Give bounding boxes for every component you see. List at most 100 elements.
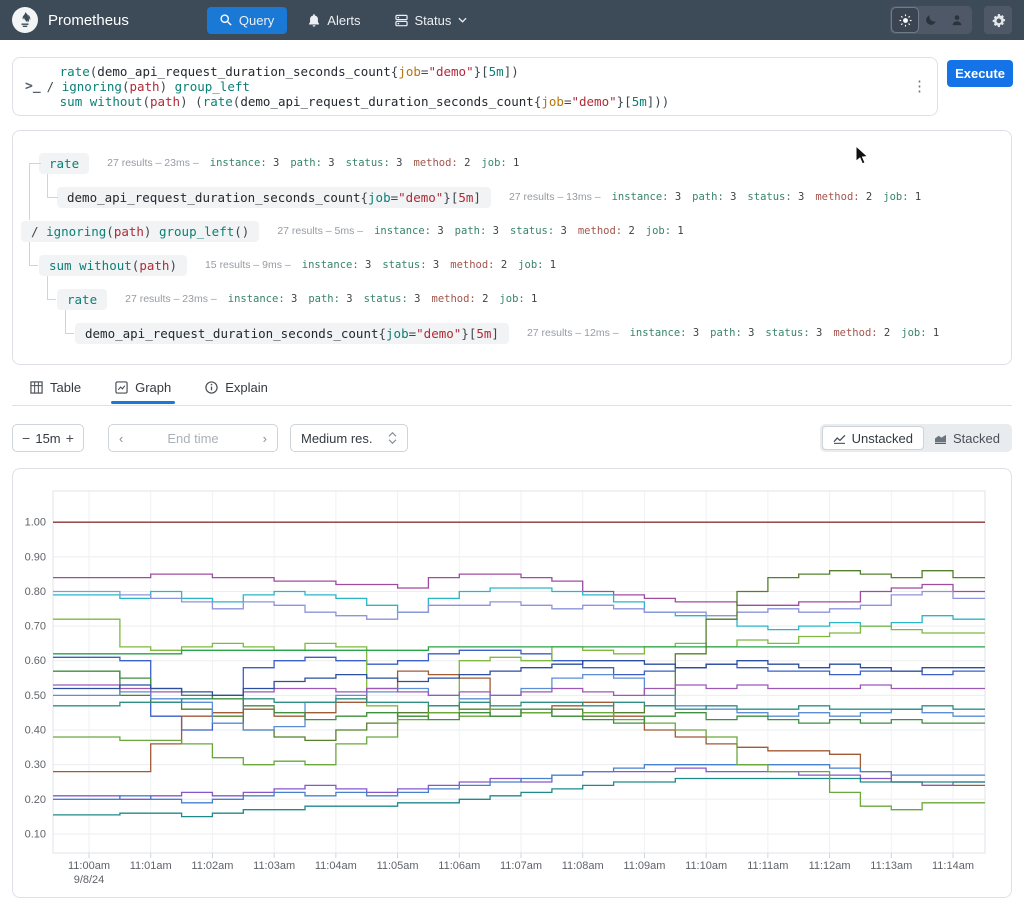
x-axis-label: 11:05am (377, 860, 419, 872)
tree-row: demo_api_request_duration_seconds_count{… (57, 185, 921, 209)
y-axis-label: 0.60 (25, 655, 46, 667)
series-line[interactable] (53, 708, 985, 811)
tab-table[interactable]: Table (30, 380, 81, 404)
query-line: rate(demo_api_request_duration_seconds_c… (59, 64, 519, 79)
series-line[interactable] (53, 573, 985, 606)
node-result-meta: 27 results – 23ms – instance: 3 path: 3 sta… (125, 293, 538, 305)
x-axis-label: 11:00am (68, 860, 110, 872)
tab-explain[interactable]: Explain (205, 380, 268, 404)
nav-right (890, 6, 1012, 34)
nav-query-label: Query (238, 12, 275, 28)
tree-connector (47, 174, 58, 198)
time-forward-button[interactable]: › (263, 431, 267, 446)
stacked-button[interactable]: Stacked (924, 426, 1010, 450)
query-line: sum without(path) (rate(demo_api_request… (59, 94, 670, 109)
theme-toggle (890, 6, 972, 34)
nav-alerts-label: Alerts (327, 12, 361, 28)
node-result-meta: 27 results – 13ms – instance: 3 path: 3 sta… (508, 191, 922, 203)
x-axis-label: 11:06am (438, 860, 480, 872)
series-line[interactable] (53, 670, 985, 724)
tree-row: demo_api_request_duration_seconds_count{… (75, 321, 939, 345)
series-line[interactable] (53, 660, 985, 697)
navbar: Prometheus Query Alerts Status (0, 0, 1024, 40)
time-back-button[interactable]: ‹ (119, 431, 123, 446)
end-time-input[interactable]: End time (167, 431, 218, 446)
resolution-select[interactable]: Medium res. (290, 424, 408, 452)
y-axis-label: 0.40 (25, 725, 46, 737)
series-line[interactable] (53, 673, 985, 731)
nav-query[interactable]: Query (206, 6, 288, 34)
query-node-chip[interactable]: rate (57, 288, 108, 310)
search-icon (220, 14, 232, 26)
tree-row: sum without(path) 15 results – 9ms – insta… (39, 253, 556, 277)
brand[interactable]: Prometheus (12, 7, 129, 33)
series-line[interactable] (53, 767, 985, 800)
plot-border (52, 490, 986, 854)
theme-dark-button[interactable] (918, 8, 944, 32)
range-value[interactable]: 15m (35, 431, 60, 446)
tree-row: rate 27 results – 23ms – instance: 3 path: … (39, 151, 519, 175)
series-line[interactable] (53, 570, 985, 742)
query-expression[interactable]: rate(demo_api_request_duration_seconds_c… (47, 64, 670, 109)
nav-items: Query Alerts Status (206, 6, 481, 34)
series-line[interactable] (53, 764, 985, 804)
table-icon (30, 381, 43, 394)
chevron-down-icon (458, 17, 467, 23)
range-increase-button[interactable]: + (66, 430, 74, 446)
bell-icon (309, 13, 320, 27)
x-axis-label: 11:03am (253, 860, 295, 872)
moon-icon (926, 15, 936, 25)
series-line[interactable] (53, 649, 985, 731)
x-axis-label: 11:07am (500, 860, 542, 872)
nav-status[interactable]: Status (382, 7, 481, 34)
execute-button[interactable]: Execute (947, 60, 1013, 87)
tab-table-label: Table (50, 380, 82, 395)
x-axis-label: 11:08am (562, 860, 604, 872)
tab-graph-label: Graph (135, 380, 172, 395)
query-node-chip[interactable]: sum without(path) (39, 254, 187, 276)
tab-explain-label: Explain (225, 380, 268, 395)
graph-icon (115, 381, 128, 394)
x-axis-label: 11:12am (809, 860, 851, 872)
query-tree-panel: rate 27 results – 23ms – instance: 3 path: … (12, 130, 1012, 365)
tree-connector (65, 310, 74, 334)
query-node-chip[interactable]: / ignoring(path) group_left() (21, 220, 260, 242)
person-icon (952, 15, 962, 26)
query-node-chip[interactable]: rate (39, 152, 90, 174)
series-line[interactable] (53, 590, 985, 620)
nav-alerts[interactable]: Alerts (295, 7, 373, 34)
editor-menu-icon[interactable]: ⋮ (912, 77, 927, 95)
series-line[interactable] (53, 777, 985, 818)
graph-panel[interactable]: 1.00 0.90 0.80 0.70 0.60 0.50 0.40 0.30 0.20 0.10… (12, 468, 1012, 898)
series-line[interactable] (53, 684, 985, 697)
area-chart-icon (935, 434, 947, 444)
y-axis-label: 0.70 (25, 621, 46, 633)
unstacked-label: Unstacked (851, 430, 914, 446)
result-tabs: Table Graph Explain (30, 380, 268, 404)
y-axis-label: 0.90 (25, 551, 46, 563)
node-result-meta: 27 results – 23ms – instance: 3 path: 3 sta… (107, 157, 520, 169)
settings-button[interactable] (984, 6, 1012, 34)
x-axis-label: 11:04am (315, 860, 357, 872)
tree-connector (29, 242, 38, 266)
stacked-label: Stacked (953, 430, 1000, 446)
node-result-meta: 27 results – 5ms – instance: 3 path: 3 stat… (277, 225, 684, 237)
resolution-value: Medium res. (301, 430, 373, 446)
x-axis-label: 11:02am (191, 860, 233, 872)
theme-light-button[interactable] (891, 7, 919, 33)
y-axis-label: 0.10 (25, 828, 46, 840)
y-axis-label: 0.20 (25, 794, 46, 806)
theme-auto-button[interactable] (944, 8, 970, 32)
prompt-icon: >_ (25, 79, 41, 94)
line-chart[interactable]: 1.00 0.90 0.80 0.70 0.60 0.50 0.40 0.30 0.20 0.10… (13, 469, 1011, 897)
range-decrease-button[interactable]: − (22, 430, 30, 446)
unstacked-button[interactable]: Unstacked (821, 426, 925, 450)
query-editor[interactable]: >_ rate(demo_api_request_duration_second… (12, 57, 938, 116)
tab-graph[interactable]: Graph (111, 380, 176, 404)
prometheus-logo-icon (12, 7, 38, 33)
query-node-chip[interactable]: demo_api_request_duration_seconds_count{… (75, 322, 509, 344)
y-axis-label: 0.30 (25, 759, 46, 771)
query-node-chip[interactable]: demo_api_request_duration_seconds_count{… (57, 186, 491, 208)
gear-icon (992, 13, 1005, 27)
x-axis-label: 11:13am (870, 860, 912, 872)
